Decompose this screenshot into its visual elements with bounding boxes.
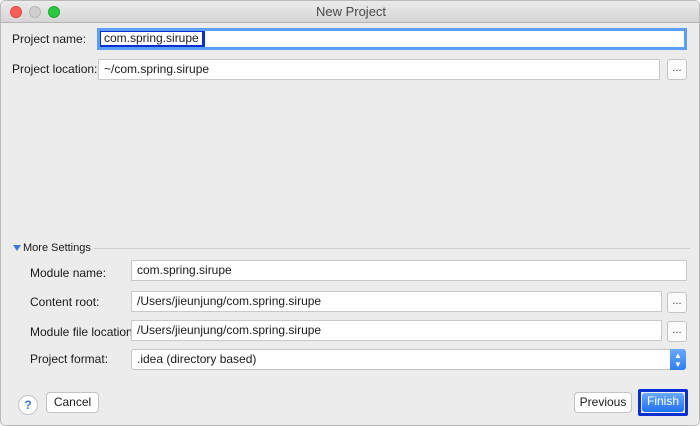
project-location-browse-button[interactable]: ... <box>667 59 687 80</box>
previous-button[interactable]: Previous <box>574 392 632 413</box>
new-project-dialog: New Project Project name: com.spring.sir… <box>0 0 700 426</box>
finish-button[interactable]: Finish <box>642 393 684 412</box>
module-name-field[interactable]: com.spring.sirupe <box>131 260 687 281</box>
more-settings-toggle[interactable]: More Settings <box>23 242 91 254</box>
content-root-browse-button[interactable]: ... <box>667 292 687 313</box>
module-name-label: Module name: <box>30 266 107 280</box>
content-root-field[interactable]: /Users/jieunjung/com.spring.sirupe <box>131 291 662 312</box>
window-title: New Project <box>315 4 387 19</box>
project-location-label: Project location: <box>12 62 98 76</box>
project-format-label: Project format: <box>30 352 109 366</box>
project-name-field[interactable]: com.spring.sirupe <box>97 28 687 50</box>
help-button[interactable]: ? <box>18 395 38 415</box>
project-format-value: .idea (directory based) <box>137 352 257 366</box>
module-file-location-field[interactable]: /Users/jieunjung/com.spring.sirupe <box>131 320 662 341</box>
project-name-value: com.spring.sirupe <box>100 31 205 47</box>
title-bar: New Project <box>1 1 699 23</box>
select-chevron-icon: ▲ ▼ <box>670 349 686 370</box>
module-file-location-label: Module file location: <box>30 325 137 339</box>
content-root-label: Content root: <box>30 295 100 309</box>
project-name-label: Project name: <box>12 32 87 46</box>
cancel-button[interactable]: Cancel <box>46 392 99 413</box>
more-settings-expand-icon[interactable] <box>13 245 21 251</box>
project-location-field[interactable]: ~/com.spring.sirupe <box>98 59 660 80</box>
more-settings-divider <box>94 248 690 249</box>
finish-button-highlight: Finish <box>638 389 688 416</box>
project-format-select[interactable]: .idea (directory based) ▲ ▼ <box>131 349 686 370</box>
module-file-location-browse-button[interactable]: ... <box>667 321 687 342</box>
